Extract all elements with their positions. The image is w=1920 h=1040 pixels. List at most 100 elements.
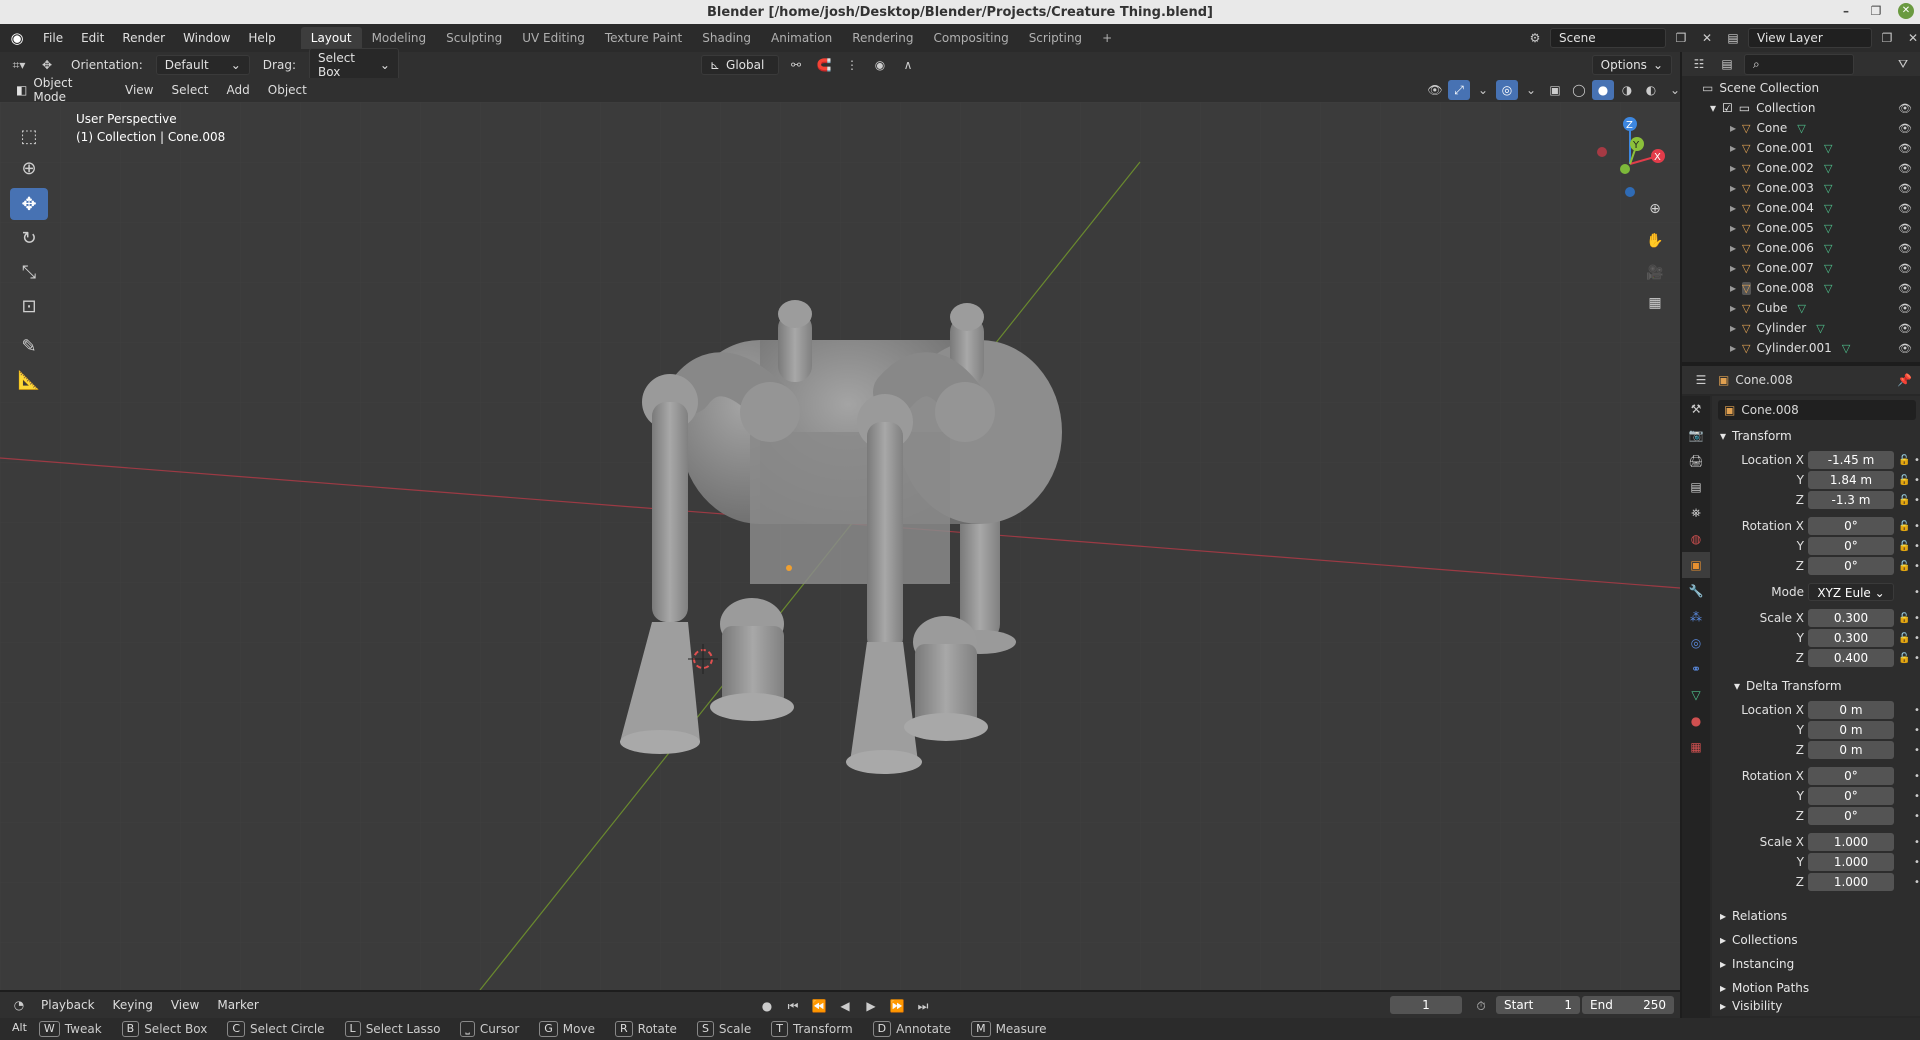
scene-icon[interactable]: ⚙ [1524, 28, 1546, 48]
tab-uv-editing[interactable]: UV Editing [512, 27, 595, 49]
keyframe-dot-icon[interactable]: • [1914, 705, 1920, 716]
blender-logo-icon[interactable]: ◉ [0, 29, 34, 47]
render-tab-icon[interactable]: 📷 [1682, 422, 1710, 448]
move-tool-icon[interactable]: ✥ [36, 55, 58, 75]
xray-icon[interactable]: ▣ [1544, 80, 1566, 100]
delta-scale-y-field[interactable]: 1.000 [1808, 853, 1894, 871]
viewport-menu-object[interactable]: Object [261, 81, 314, 99]
proportional-edit-icon[interactable]: ◉ [869, 55, 891, 75]
zoom-icon[interactable]: ⊕ [1642, 196, 1668, 222]
snap-target-icon[interactable]: ⋮ [841, 55, 863, 75]
outliner-item-cone-002[interactable]: ▸ ▽ Cone.002 ▽ 👁 [1682, 158, 1920, 178]
object-tab-icon[interactable]: ▣ [1682, 552, 1710, 578]
lock-icon[interactable]: 🔓 [1898, 521, 1910, 532]
keyframe-dot-icon[interactable]: • [1914, 633, 1920, 644]
add-workspace-icon[interactable]: + [1092, 27, 1122, 49]
eye-icon[interactable]: 👁 [1898, 242, 1912, 255]
properties-editor-icon[interactable]: ☰ [1690, 370, 1712, 390]
data-tab-icon[interactable]: ▽ [1682, 682, 1710, 708]
delete-scene-icon[interactable]: ✕ [1696, 28, 1718, 48]
outliner-search[interactable]: ⌕ [1744, 53, 1854, 75]
viewport-menu-add[interactable]: Add [220, 81, 257, 99]
instancing-section-header[interactable]: ▸ Instancing [1712, 952, 1920, 976]
rotation-x-field[interactable]: 0° [1808, 517, 1894, 535]
falloff-icon[interactable]: ∧ [897, 55, 919, 75]
keyframe-dot-icon[interactable]: • [1914, 561, 1920, 572]
outliner-item-cylinder-001[interactable]: ▸ ▽ Cylinder.001 ▽ 👁 [1682, 338, 1920, 358]
camera-view-icon[interactable]: 🎥 [1642, 260, 1668, 286]
object-name-field[interactable]: ▣ Cone.008 [1718, 400, 1916, 420]
tab-shading[interactable]: Shading [692, 27, 761, 49]
menu-render[interactable]: Render [113, 31, 174, 45]
outliner-item-cube[interactable]: ▸ ▽ Cube ▽ 👁 [1682, 298, 1920, 318]
delta-rotation-y-field[interactable]: 0° [1808, 787, 1894, 805]
jump-end-icon[interactable]: ⏭ [912, 996, 934, 1016]
eye-icon[interactable]: 👁 [1898, 122, 1912, 135]
lock-icon[interactable]: 🔓 [1898, 541, 1910, 552]
delta-location-x-field[interactable]: 0 m [1808, 701, 1894, 719]
tab-texture-paint[interactable]: Texture Paint [595, 27, 692, 49]
delta-location-z-field[interactable]: 0 m [1808, 741, 1894, 759]
keyframe-dot-icon[interactable]: • [1914, 521, 1920, 532]
start-frame-field[interactable]: Start 1 [1496, 996, 1580, 1014]
jump-start-icon[interactable]: ⏮ [782, 996, 804, 1016]
menu-file[interactable]: File [34, 31, 72, 45]
viewport-menu-view[interactable]: View [118, 81, 160, 99]
snap-icon[interactable]: 🧲 [813, 55, 835, 75]
rotation-y-field[interactable]: 0° [1808, 537, 1894, 555]
tab-modeling[interactable]: Modeling [362, 27, 437, 49]
rotate-tool-icon[interactable]: ↻ [10, 222, 48, 254]
close-icon[interactable]: ✕ [1898, 3, 1914, 19]
delta-scale-x-field[interactable]: 1.000 [1808, 833, 1894, 851]
eye-icon[interactable]: 👁 [1898, 162, 1912, 175]
options-dropdown[interactable]: Options ⌄ [1591, 55, 1672, 75]
pin-icon[interactable]: 📌 [1897, 373, 1912, 387]
outliner-item-cone-006[interactable]: ▸ ▽ Cone.006 ▽ 👁 [1682, 238, 1920, 258]
delete-view-layer-icon[interactable]: ✕ [1902, 28, 1920, 48]
visibility-icon[interactable]: 👁 [1424, 80, 1446, 100]
physics-tab-icon[interactable]: ◎ [1682, 630, 1710, 656]
timeline-editor-icon[interactable]: ◔ [8, 995, 30, 1015]
overlay-toggle-icon[interactable]: ◎ [1496, 80, 1518, 100]
annotate-tool-icon[interactable]: ✎ [10, 330, 48, 362]
keyframe-dot-icon[interactable]: • [1914, 877, 1920, 888]
outliner-item-cone-003[interactable]: ▸ ▽ Cone.003 ▽ 👁 [1682, 178, 1920, 198]
menu-edit[interactable]: Edit [72, 31, 113, 45]
delta-rotation-z-field[interactable]: 0° [1808, 807, 1894, 825]
navigation-gizmo[interactable]: Z X Y [1585, 112, 1675, 202]
outliner-item-cylinder[interactable]: ▸ ▽ Cylinder ▽ 👁 [1682, 318, 1920, 338]
keyframe-dot-icon[interactable]: • [1914, 791, 1920, 802]
rotation-z-field[interactable]: 0° [1808, 557, 1894, 575]
eye-icon[interactable]: 👁 [1898, 302, 1912, 315]
material-tab-icon[interactable]: ● [1682, 708, 1710, 734]
outliner-item-cone-005[interactable]: ▸ ▽ Cone.005 ▽ 👁 [1682, 218, 1920, 238]
eye-icon[interactable]: 👁 [1898, 342, 1912, 355]
current-frame-field[interactable]: 1 [1390, 996, 1462, 1014]
lock-icon[interactable]: 🔓 [1898, 475, 1910, 486]
lock-icon[interactable]: 🔓 [1898, 561, 1910, 572]
lock-icon[interactable]: 🔓 [1898, 633, 1910, 644]
keyframe-dot-icon[interactable]: • [1914, 495, 1920, 506]
scene-selector[interactable]: Scene [1550, 28, 1666, 48]
expand-icon[interactable]: ▾ [1710, 101, 1716, 115]
tab-sculpting[interactable]: Sculpting [436, 27, 512, 49]
scale-y-field[interactable]: 0.300 [1808, 629, 1894, 647]
delta-location-y-field[interactable]: 0 m [1808, 721, 1894, 739]
display-mode-icon[interactable]: ▤ [1716, 54, 1738, 74]
outliner-scene-collection[interactable]: ▭ Scene Collection [1682, 78, 1920, 98]
outliner-item-cone[interactable]: ▸ ▽ Cone ▽ 👁 [1682, 118, 1920, 138]
delta-scale-z-field[interactable]: 1.000 [1808, 873, 1894, 891]
keyframe-dot-icon[interactable]: • [1914, 857, 1920, 868]
select-box-tool-icon[interactable]: ⬚ [10, 120, 48, 152]
outliner-item-cone-007[interactable]: ▸ ▽ Cone.007 ▽ 👁 [1682, 258, 1920, 278]
end-frame-field[interactable]: End 250 [1582, 996, 1674, 1014]
keyframe-dot-icon[interactable]: • [1914, 613, 1920, 624]
eye-icon[interactable]: 👁 [1898, 282, 1912, 295]
gizmo-dropdown-icon[interactable]: ⌄ [1472, 80, 1494, 100]
keyframe-dot-icon[interactable]: • [1914, 725, 1920, 736]
keyframe-dot-icon[interactable]: • [1914, 455, 1920, 466]
outliner-item-cone-004[interactable]: ▸ ▽ Cone.004 ▽ 👁 [1682, 198, 1920, 218]
output-tab-icon[interactable]: 🖨 [1682, 448, 1710, 474]
tab-rendering[interactable]: Rendering [842, 27, 923, 49]
view-layer-icon[interactable]: ▤ [1722, 28, 1744, 48]
